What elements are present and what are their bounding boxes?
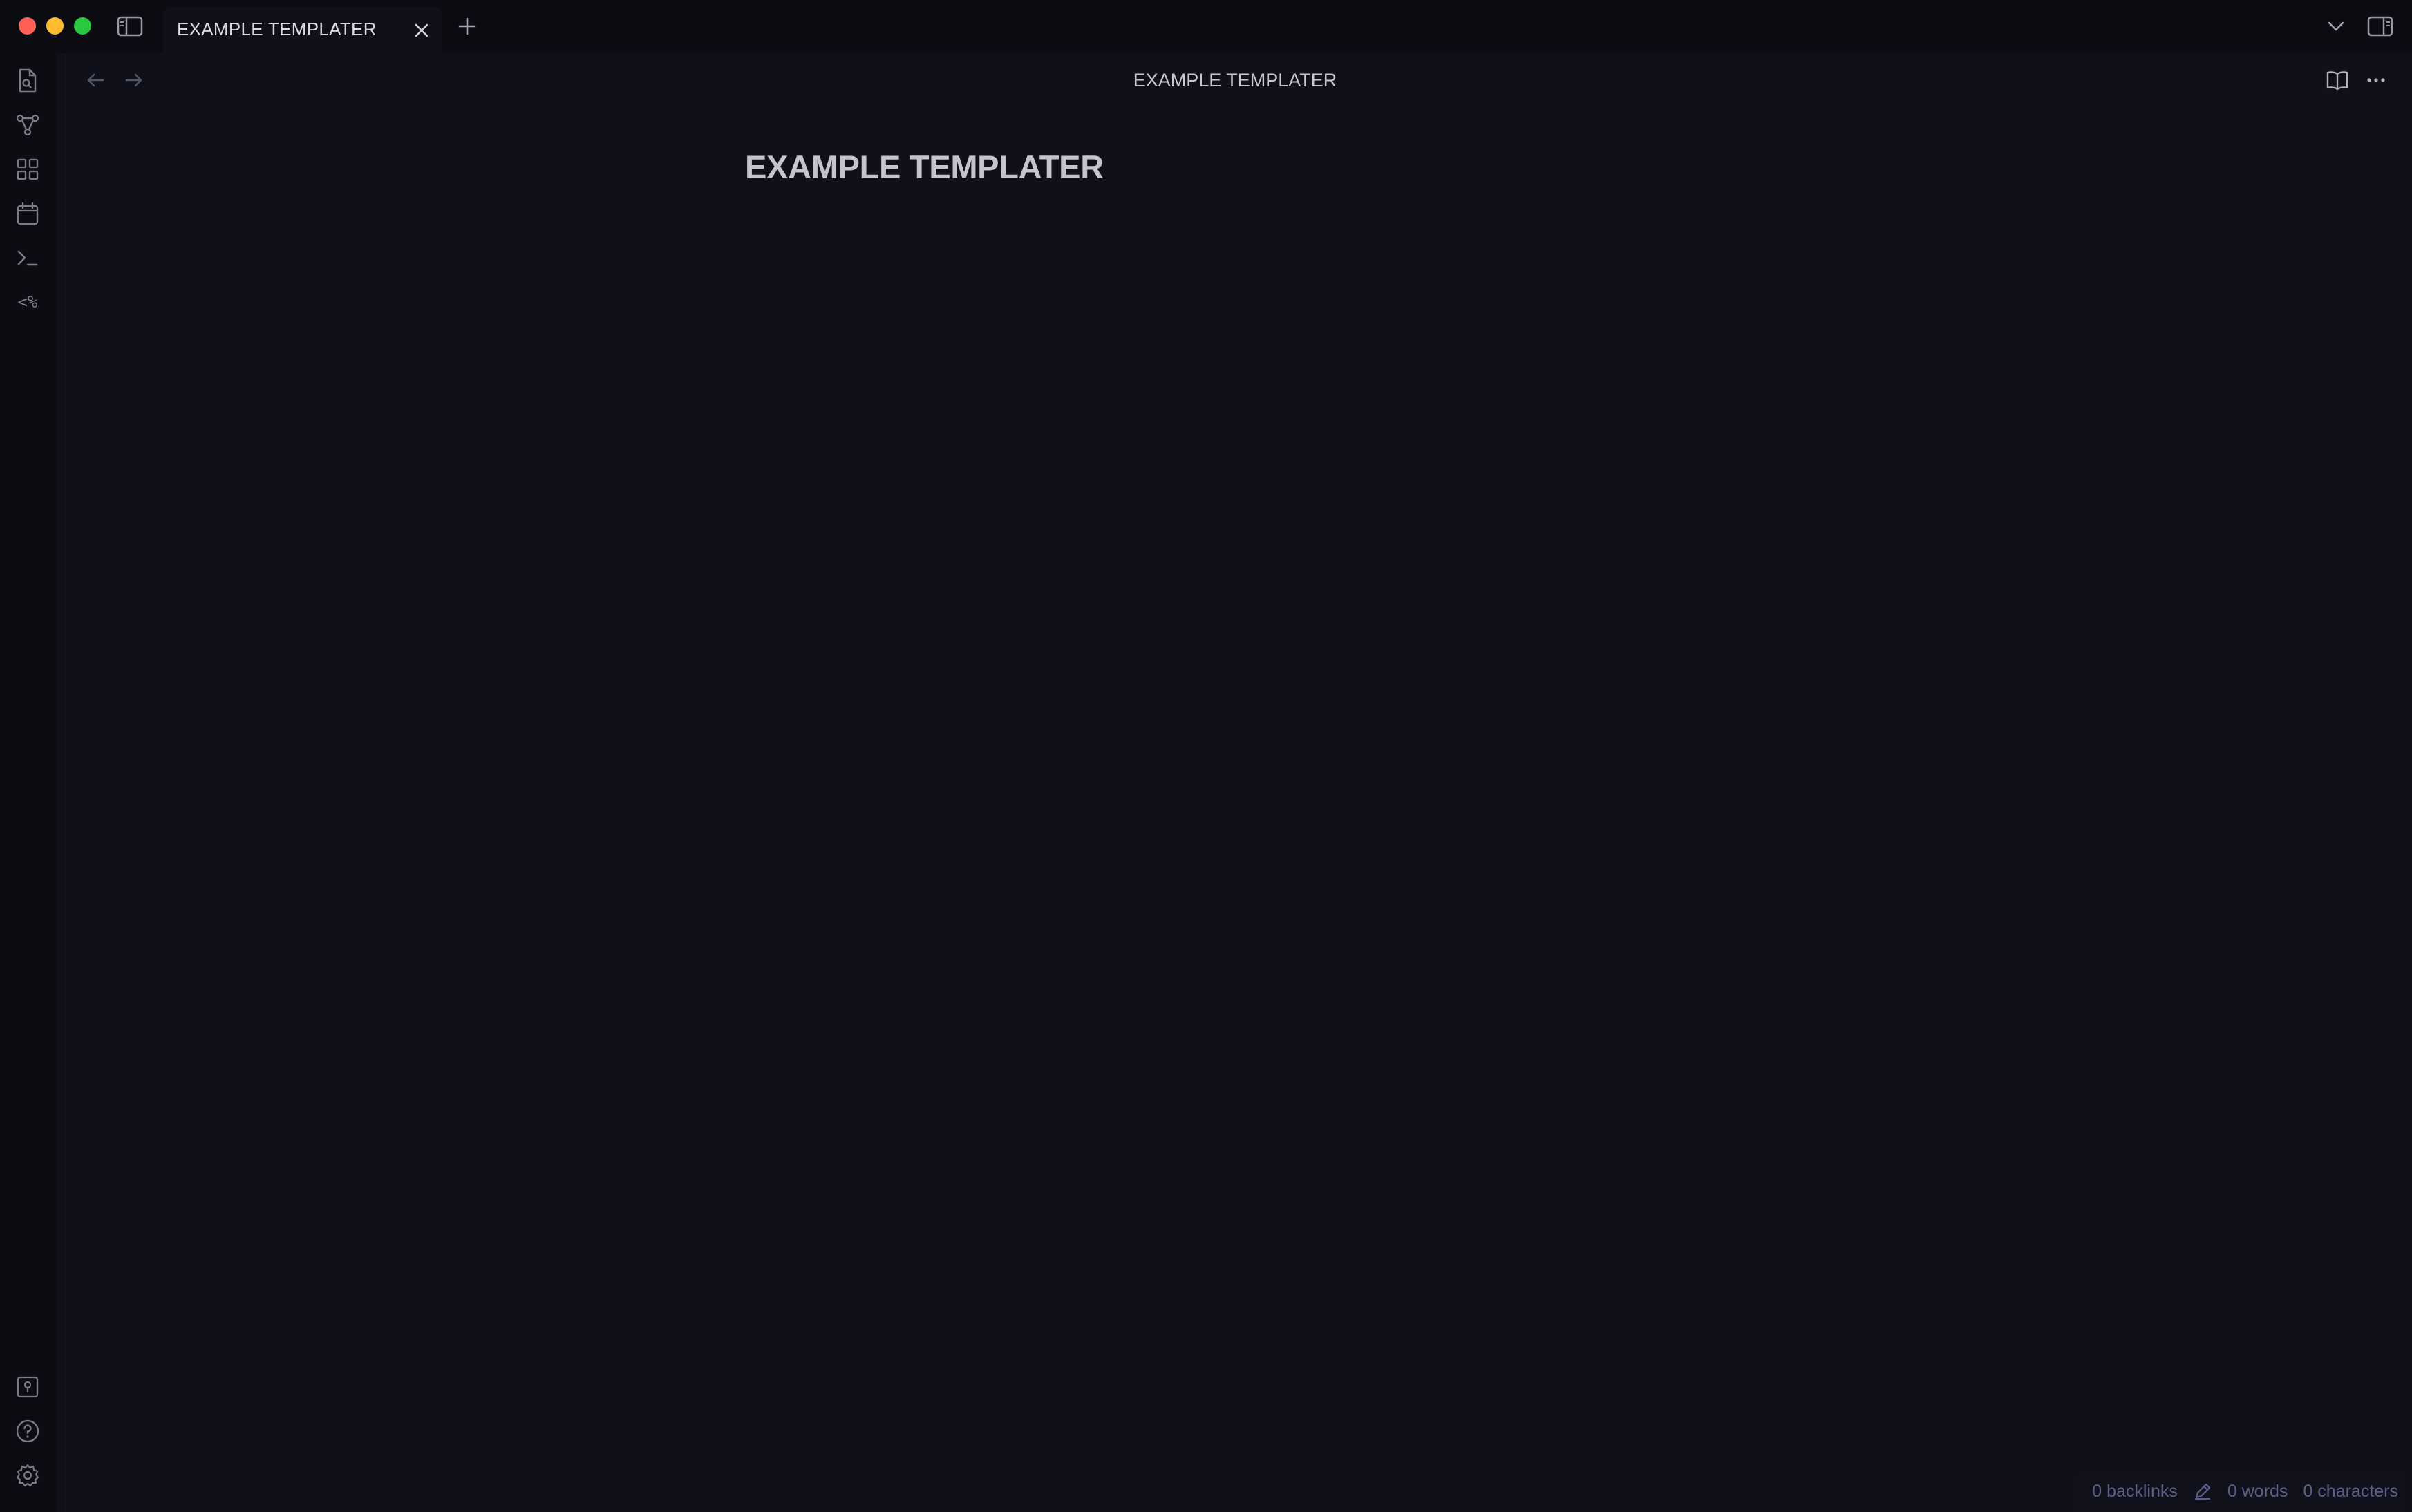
right-sidebar-toggle-icon[interactable] <box>2365 12 2395 40</box>
window-close-button[interactable] <box>19 17 36 35</box>
graph-icon[interactable] <box>14 111 41 139</box>
reading-view-icon[interactable] <box>2324 66 2351 94</box>
backlinks-count[interactable]: 0 backlinks <box>2092 1482 2178 1502</box>
tab-example-templater[interactable]: EXAMPLE TEMPLATER <box>163 7 442 53</box>
sidebar-toggle-icon[interactable] <box>115 12 145 40</box>
settings-icon[interactable] <box>14 1462 41 1489</box>
vault-icon[interactable] <box>14 1373 41 1401</box>
terminal-icon[interactable] <box>14 244 41 272</box>
ribbon-divider <box>65 53 66 1512</box>
pencil-icon[interactable] <box>2193 1482 2212 1501</box>
help-icon[interactable] <box>14 1417 41 1445</box>
app-window: EXAMPLE TEMPLATER <% EXAMPLE TEMPLATER E… <box>0 0 2412 1512</box>
more-options-icon[interactable] <box>2362 66 2390 94</box>
back-arrow-icon[interactable] <box>82 68 109 93</box>
plus-icon[interactable] <box>453 12 481 40</box>
note-title[interactable]: EXAMPLE TEMPLATER <box>745 148 1104 186</box>
forward-arrow-icon[interactable] <box>120 68 148 93</box>
templater-icon-label: <% <box>17 292 38 312</box>
view-header-title[interactable]: EXAMPLE TEMPLATER <box>968 66 1502 94</box>
window-minimize-button[interactable] <box>46 17 64 35</box>
status-bar: 0 backlinks 0 words 0 characters <box>2078 1471 2404 1512</box>
chevron-down-icon[interactable] <box>2322 12 2350 40</box>
grid-icon[interactable] <box>14 155 41 183</box>
tab-label: EXAMPLE TEMPLATER <box>177 19 377 39</box>
templater-icon[interactable]: <% <box>12 288 43 316</box>
calendar-icon[interactable] <box>14 200 41 227</box>
character-count: 0 characters <box>2303 1481 2398 1501</box>
word-count: 0 words <box>2227 1481 2288 1501</box>
left-ribbon: <% <box>0 53 57 1512</box>
window-maximize-button[interactable] <box>74 17 91 35</box>
title-bar: EXAMPLE TEMPLATER <box>0 0 2412 53</box>
file-search-icon[interactable] <box>14 67 41 95</box>
close-icon[interactable] <box>412 21 431 40</box>
